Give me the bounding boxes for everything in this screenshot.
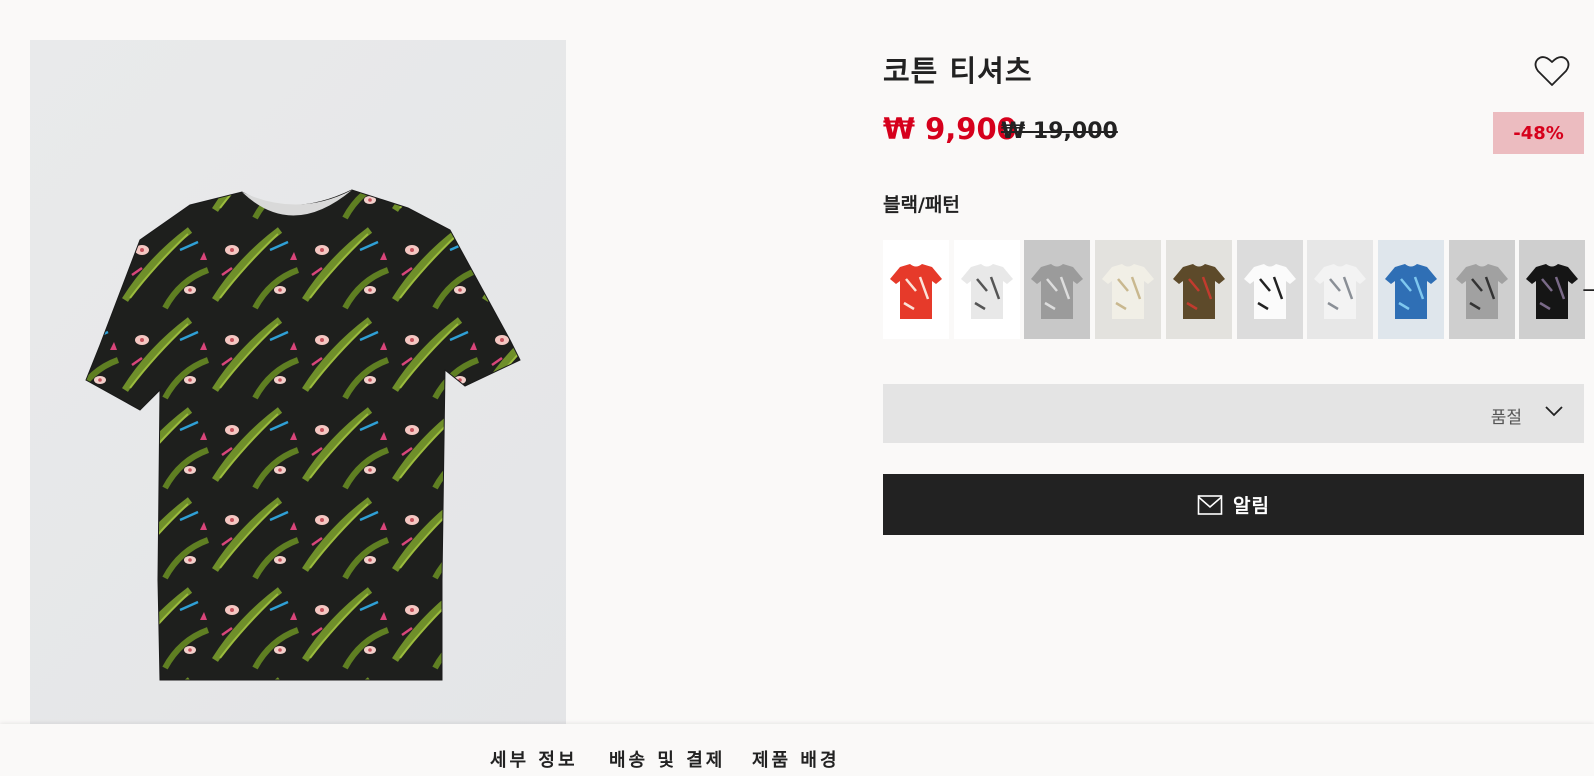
color-swatch-list xyxy=(883,240,1594,339)
tshirt-thumbnail-icon xyxy=(1173,264,1225,319)
tshirt-thumbnail-icon xyxy=(1314,264,1366,319)
tab-shipping-payment[interactable]: 배송 및 결제 xyxy=(609,746,725,772)
color-swatch[interactable] xyxy=(1024,240,1090,339)
product-title: 코튼 티셔츠 xyxy=(883,54,1033,88)
tshirt-thumbnail-icon xyxy=(1526,264,1578,319)
color-swatch[interactable] xyxy=(954,240,1020,339)
size-select[interactable]: 품절 xyxy=(883,384,1584,443)
color-swatch[interactable] xyxy=(883,240,949,339)
tshirt-thumbnail-icon xyxy=(890,264,942,319)
color-swatch[interactable] xyxy=(1519,240,1585,339)
color-swatch[interactable] xyxy=(1237,240,1303,339)
size-select-value: 품절 xyxy=(1490,408,1522,428)
bottom-tab-bar: 세부 정보 배송 및 결제 제품 배경 xyxy=(0,724,1594,776)
product-image[interactable] xyxy=(30,40,566,726)
color-swatch[interactable] xyxy=(1095,240,1161,339)
tab-product-background[interactable]: 제품 배경 xyxy=(752,746,840,772)
tshirt-thumbnail-icon xyxy=(1385,264,1437,319)
color-swatch[interactable] xyxy=(1378,240,1444,339)
tshirt-thumbnail-icon xyxy=(961,264,1013,319)
tab-details[interactable]: 세부 정보 xyxy=(490,746,578,772)
color-swatch[interactable] xyxy=(1166,240,1232,339)
tshirt-thumbnail-icon xyxy=(1456,264,1508,319)
tshirt-thumbnail-icon xyxy=(1102,264,1154,319)
chevron-down-icon xyxy=(1545,406,1563,417)
discount-badge: -48% xyxy=(1493,112,1584,154)
arrow-right-icon[interactable]: → xyxy=(1582,278,1594,303)
color-swatch[interactable] xyxy=(1307,240,1373,339)
price-current: ₩ 9,900 xyxy=(883,112,1017,146)
tshirt-illustration xyxy=(85,189,521,681)
color-name: 블랙/패턴 xyxy=(883,194,960,216)
envelope-icon xyxy=(1197,494,1223,515)
tshirt-thumbnail-icon xyxy=(1031,264,1083,319)
heart-outline-icon xyxy=(1534,56,1570,86)
price-original: ₩ 19,000 xyxy=(1001,119,1118,144)
tshirt-thumbnail-icon xyxy=(1244,264,1296,319)
notify-button-label: 알림 xyxy=(1233,495,1270,517)
favorite-button[interactable] xyxy=(1533,52,1571,90)
color-swatch[interactable] xyxy=(1449,240,1515,339)
notify-button[interactable]: 알림 xyxy=(883,474,1584,535)
